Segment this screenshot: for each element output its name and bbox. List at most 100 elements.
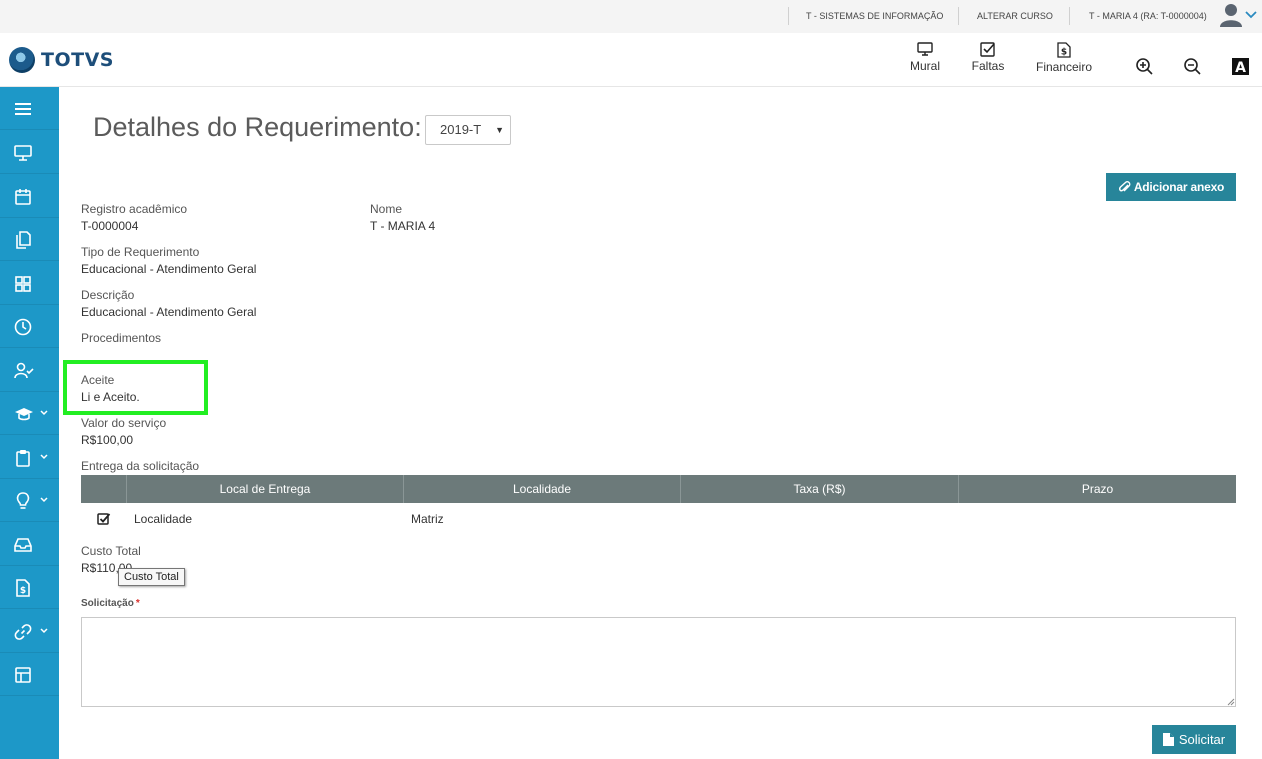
period-select[interactable]: 2019-T ▼ — [425, 115, 511, 145]
calendar-icon — [15, 189, 31, 205]
resize-grip-icon[interactable] — [1226, 697, 1235, 706]
nome-label: Nome — [370, 202, 403, 216]
table-row: Localidade Matriz — [81, 503, 1236, 535]
app-header: TOTVS Mural Faltas $ Financeiro A — [0, 33, 1262, 87]
sidebar-item-link[interactable] — [0, 610, 59, 653]
entrega-label: Entrega da solicitação — [81, 459, 200, 473]
course-name: T - SISTEMAS DE INFORMAÇÃO — [806, 11, 944, 21]
valor-label: Valor do serviço — [81, 416, 167, 430]
lightbulb-icon — [16, 492, 30, 509]
totvs-logo[interactable]: TOTVS — [9, 46, 114, 74]
chevron-down-icon — [40, 410, 48, 416]
grid-icon — [15, 276, 31, 292]
required-mark: * — [135, 598, 140, 609]
menu-icon — [15, 103, 31, 115]
column-header-localidade[interactable]: Localidade — [404, 475, 680, 503]
chevron-down-icon — [40, 497, 48, 503]
valor-value: R$100,00 — [81, 433, 134, 447]
aceite-value: Li e Aceito. — [81, 390, 140, 404]
column-header-local[interactable]: Local de Entrega — [127, 475, 403, 503]
chevron-down-icon — [40, 628, 48, 634]
top-utility-bar: T - SISTEMAS DE INFORMAÇÃO ALTERAR CURSO… — [0, 0, 1262, 33]
sidebar-item-user-check[interactable] — [0, 349, 59, 392]
registro-value: T-0000004 — [81, 219, 139, 233]
page-title: Detalhes do Requerimento: — [93, 112, 422, 142]
user-name[interactable]: T - MARIA 4 (RA: T-0000004) — [1089, 0, 1207, 33]
sidebar-item-monitor[interactable] — [0, 131, 59, 174]
descricao-label: Descrição — [81, 288, 135, 302]
link-icon — [14, 624, 32, 640]
checkbox-checked-icon[interactable] — [97, 512, 111, 526]
sidebar-item-inbox[interactable] — [0, 523, 59, 566]
nav-faltas-label: Faltas — [971, 59, 1005, 73]
file-icon — [1162, 733, 1174, 746]
inbox-icon — [14, 538, 32, 552]
separator — [1069, 7, 1070, 25]
nav-mural-label: Mural — [909, 59, 940, 73]
documents-icon — [16, 231, 31, 249]
solicitacao-label: Solicitação * — [81, 598, 140, 609]
clock-icon — [14, 318, 32, 336]
svg-text:$: $ — [20, 586, 26, 596]
totvs-logo-icon — [9, 47, 35, 73]
registro-label: Registro acadêmico — [81, 202, 188, 216]
svg-text:A: A — [1235, 60, 1246, 76]
aceite-label: Aceite — [81, 373, 115, 387]
solicitacao-textarea[interactable] — [81, 617, 1236, 707]
column-header-prazo[interactable]: Prazo — [959, 475, 1236, 503]
user-avatar-icon[interactable] — [1220, 3, 1242, 27]
sidebar-item-lightbulb[interactable] — [0, 479, 59, 522]
sidebar-item-financial[interactable]: $ — [0, 566, 59, 609]
clipboard-icon — [16, 450, 30, 467]
nome-value: T - MARIA 4 — [370, 219, 436, 233]
sidebar-item-clipboard[interactable] — [0, 436, 59, 479]
submit-button[interactable]: Solicitar — [1152, 725, 1236, 754]
descricao-value: Educacional - Atendimento Geral — [81, 305, 257, 319]
chevron-down-icon — [40, 454, 48, 460]
tipo-value: Educacional - Atendimento Geral — [81, 262, 257, 276]
period-select-value: 2019-T — [440, 122, 482, 137]
column-header-taxa[interactable]: Taxa (R$) — [681, 475, 958, 503]
monitor-icon — [917, 42, 933, 56]
sidebar-item-layout[interactable] — [0, 653, 59, 696]
nav-mural[interactable]: Mural — [905, 42, 945, 73]
cell-localidade: Matriz — [411, 512, 444, 526]
nav-financeiro[interactable]: $ Financeiro — [1033, 42, 1095, 74]
user-check-icon — [14, 362, 34, 379]
zoom-in-icon[interactable] — [1135, 57, 1155, 77]
paperclip-icon — [1118, 180, 1131, 191]
contrast-icon[interactable]: A — [1231, 57, 1251, 77]
nav-financeiro-label: Financeiro — [1035, 60, 1093, 74]
nav-faltas[interactable]: Faltas — [968, 42, 1008, 73]
sidebar-item-clock[interactable] — [0, 305, 59, 348]
sidebar-item-grid[interactable] — [0, 262, 59, 305]
add-attachment-label: Adicionar anexo — [1133, 180, 1225, 194]
tipo-label: Tipo de Requerimento — [81, 245, 200, 259]
dollar-document-icon: $ — [1057, 42, 1071, 58]
sidebar-item-documents[interactable] — [0, 218, 59, 261]
change-course-link[interactable]: ALTERAR CURSO — [977, 0, 1053, 33]
delivery-table-header: Local de Entrega Localidade Taxa (R$) Pr… — [81, 475, 1236, 503]
zoom-out-icon[interactable] — [1183, 57, 1203, 77]
add-attachment-button[interactable]: Adicionar anexo — [1106, 173, 1236, 201]
aceite-highlight-box — [63, 360, 208, 415]
cell-local: Localidade — [134, 512, 193, 526]
sidebar-item-graduation[interactable] — [0, 392, 59, 435]
tooltip: Custo Total — [118, 568, 185, 586]
checkbox-icon — [980, 42, 995, 57]
separator — [958, 7, 959, 25]
sidebar: $ — [0, 87, 59, 759]
solicitacao-label-text: Solicitação — [81, 598, 134, 609]
custo-label: Custo Total — [81, 544, 141, 558]
logo-text: TOTVS — [41, 49, 114, 71]
layout-icon — [15, 667, 31, 683]
dollar-document-icon: $ — [16, 579, 30, 597]
procedimentos-label: Procedimentos — [81, 331, 162, 345]
monitor-icon — [14, 145, 32, 161]
sidebar-item-calendar[interactable] — [0, 175, 59, 218]
separator — [788, 7, 789, 25]
graduation-cap-icon — [15, 408, 33, 421]
chevron-down-icon[interactable] — [1245, 10, 1257, 20]
submit-label: Solicitar — [1178, 732, 1226, 747]
sidebar-item-menu[interactable] — [0, 87, 59, 130]
